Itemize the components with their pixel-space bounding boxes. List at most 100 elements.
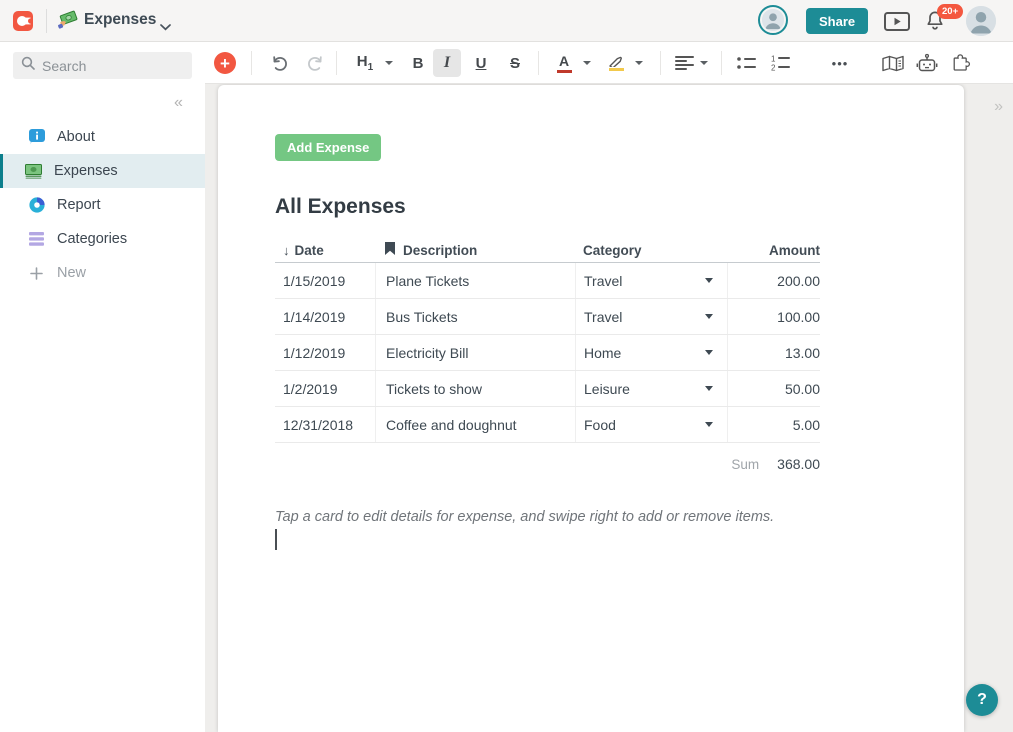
text-color-button[interactable]: A	[551, 42, 577, 84]
bold-button[interactable]: B	[404, 42, 432, 84]
doc-map-icon[interactable]	[879, 42, 907, 84]
more-options-button[interactable]: •••	[825, 42, 855, 84]
sidebar-item-categories[interactable]: Categories	[0, 222, 205, 256]
table-row[interactable]: 1/14/2019 Bus Tickets Travel 100.00	[275, 299, 820, 335]
align-caret[interactable]	[696, 42, 712, 84]
sum-value: 368.00	[777, 456, 820, 472]
highlight-caret[interactable]	[631, 42, 647, 84]
category-dropdown-icon[interactable]	[705, 278, 713, 283]
topbar-divider	[46, 9, 47, 33]
search-box[interactable]	[13, 52, 192, 79]
highlight-button[interactable]	[603, 42, 629, 84]
doc-canvas[interactable]: Add Expense All Expenses ↓ Date Descript…	[218, 85, 964, 732]
cell-category: Travel	[584, 272, 623, 289]
plus-icon	[28, 266, 45, 280]
undo-button[interactable]	[266, 42, 294, 84]
strikethrough-button[interactable]: S	[501, 42, 529, 84]
cell-amount: 200.00	[777, 272, 820, 289]
column-header-amount[interactable]: Amount	[727, 243, 820, 258]
money-with-wings-icon	[57, 10, 80, 37]
cell-amount: 50.00	[784, 380, 820, 397]
align-button[interactable]	[671, 42, 697, 84]
cell-description: Plane Tickets	[386, 272, 470, 289]
cell-date: 1/15/2019	[283, 272, 346, 289]
sort-descending-icon: ↓	[283, 242, 290, 258]
help-button[interactable]: ?	[966, 684, 998, 716]
sidebar-item-label: Expenses	[54, 163, 118, 179]
text-cursor	[275, 529, 277, 550]
cell-category: Leisure	[584, 380, 630, 397]
search-input[interactable]	[42, 57, 172, 74]
cell-description: Coffee and doughnut	[386, 416, 517, 433]
toolbar-separator	[721, 51, 722, 75]
sidebar-item-label: Report	[57, 197, 101, 213]
sidebar-item-new[interactable]: New	[0, 256, 205, 290]
table-row[interactable]: 1/15/2019 Plane Tickets Travel 200.00	[275, 263, 820, 299]
donut-chart-icon	[28, 197, 45, 213]
sidebar-collapse-icon[interactable]: «	[174, 94, 183, 112]
cell-description: Tickets to show	[386, 380, 482, 397]
cell-amount: 5.00	[792, 416, 820, 433]
info-bubble-icon	[28, 129, 45, 145]
heading-style-button[interactable]: H1	[350, 42, 380, 84]
sidebar-item-report[interactable]: Report	[0, 188, 205, 222]
bullet-list-button[interactable]	[733, 42, 761, 84]
search-icon	[21, 56, 35, 75]
doc-title-chevron-icon[interactable]	[160, 18, 171, 36]
automation-robot-icon[interactable]	[913, 42, 941, 84]
user-avatar[interactable]	[966, 6, 996, 36]
sidebar-item-label: Categories	[57, 231, 128, 247]
italic-button[interactable]: I	[433, 49, 461, 77]
topbar: Expenses Share 20+	[0, 0, 1013, 42]
table-row[interactable]: 1/2/2019 Tickets to show Leisure 50.00	[275, 371, 820, 407]
table-row[interactable]: 1/12/2019 Electricity Bill Home 13.00	[275, 335, 820, 371]
category-dropdown-icon[interactable]	[705, 314, 713, 319]
expenses-table: ↓ Date Description Category Amount 1/15/…	[275, 238, 820, 472]
toolbar-separator	[660, 51, 661, 75]
toolbar-separator	[251, 51, 252, 75]
app-window: Expenses Share 20+ + H1 B I U S A 1 2 ••…	[0, 0, 1013, 732]
avatar	[762, 9, 784, 31]
table-header-row: ↓ Date Description Category Amount	[275, 238, 820, 263]
sidebar-item-about[interactable]: About	[0, 120, 205, 154]
redo-button[interactable]	[301, 42, 329, 84]
cell-description: Electricity Bill	[386, 344, 469, 361]
sidebar-item-label: About	[57, 129, 95, 145]
sidebar-item-expenses[interactable]: Expenses	[0, 154, 205, 188]
insert-plus-button[interactable]: +	[214, 52, 236, 74]
column-header-description[interactable]: Description	[375, 242, 575, 258]
page-nav: About Expenses Report Categories New	[0, 120, 205, 290]
svg-text:2: 2	[771, 64, 776, 72]
notification-badge: 20+	[937, 4, 964, 19]
doc-title[interactable]: Expenses	[84, 11, 156, 29]
underline-button[interactable]: U	[467, 42, 495, 84]
packs-puzzle-icon[interactable]	[947, 42, 975, 84]
text-color-caret[interactable]	[579, 42, 595, 84]
cell-date: 12/31/2018	[283, 416, 354, 433]
numbered-list-button[interactable]: 12	[767, 42, 795, 84]
column-header-date[interactable]: ↓ Date	[275, 243, 375, 258]
category-dropdown-icon[interactable]	[705, 386, 713, 391]
format-toolbar: + H1 B I U S A 1 2 •••	[205, 42, 1013, 84]
coda-logo-icon[interactable]	[13, 11, 34, 31]
category-dropdown-icon[interactable]	[705, 422, 713, 427]
cell-amount: 100.00	[777, 308, 820, 325]
share-button[interactable]: Share	[806, 8, 869, 34]
svg-text:1: 1	[771, 55, 776, 64]
add-expense-button[interactable]: Add Expense	[275, 134, 382, 161]
money-icon	[25, 163, 42, 179]
heading-dropdown-caret[interactable]	[381, 42, 397, 84]
column-header-category[interactable]: Category	[575, 243, 727, 258]
video-tutorials-icon[interactable]	[884, 12, 910, 36]
content-backdrop: » Add Expense All Expenses ↓ Date Descri…	[205, 84, 1013, 732]
bookmark-icon	[385, 242, 395, 258]
category-dropdown-icon[interactable]	[705, 350, 713, 355]
sum-label: Sum	[731, 456, 760, 472]
toolbar-separator	[336, 51, 337, 75]
toolbar-separator	[538, 51, 539, 75]
table-row[interactable]: 12/31/2018 Coffee and doughnut Food 5.00	[275, 407, 820, 443]
hint-text: Tap a card to edit details for expense, …	[275, 509, 775, 525]
cell-category: Food	[584, 416, 616, 433]
panel-expand-icon[interactable]: »	[994, 98, 1003, 116]
collaborator-avatar[interactable]	[758, 5, 788, 35]
